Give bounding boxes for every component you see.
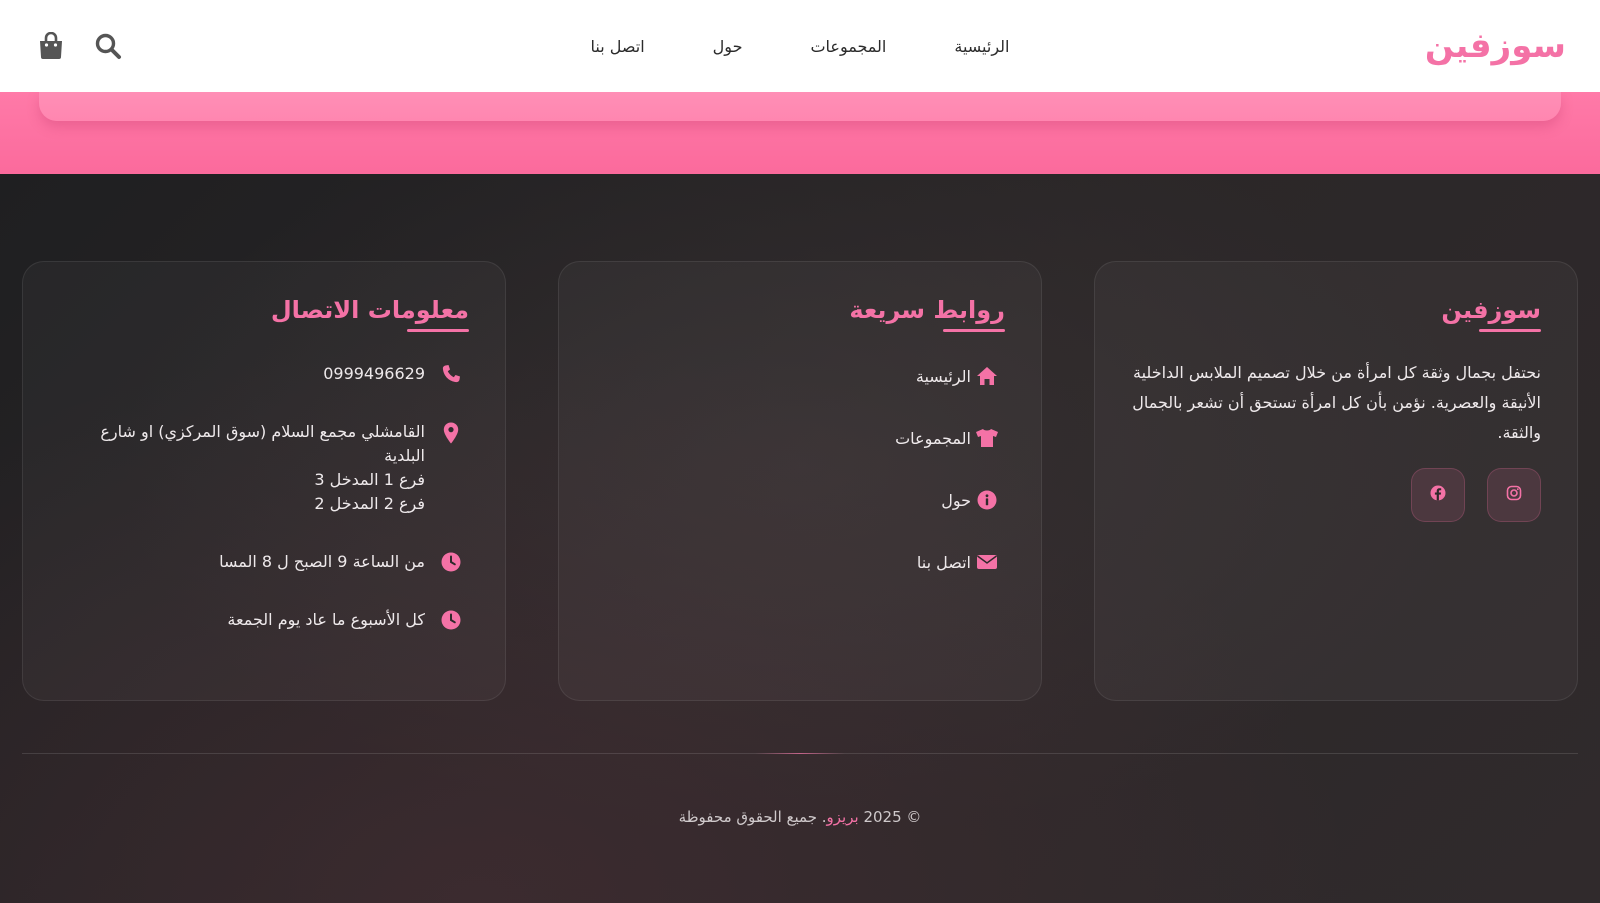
- info-icon: [975, 490, 999, 510]
- quick-link-collections[interactable]: المجموعات: [595, 426, 1005, 450]
- quick-link-label: اتصل بنا: [916, 552, 971, 572]
- shirt-icon: [975, 428, 999, 448]
- copyright-suffix: . جميع الحقوق محفوظة: [678, 808, 827, 826]
- clock-icon: [439, 550, 463, 572]
- quick-links-list: الرئيسية المجموعات حول اتصل بنا: [595, 364, 1005, 574]
- footer-columns: سوزفين نحتفل بجمال وثقة كل امرأة من خلال…: [22, 261, 1578, 701]
- contact-hours: من الساعة 9 الصبح ل 8 المسا: [59, 550, 469, 574]
- about-card: سوزفين نحتفل بجمال وثقة كل امرأة من خلال…: [1094, 261, 1578, 701]
- site-footer: سوزفين نحتفل بجمال وثقة كل امرأة من خلال…: [0, 174, 1600, 903]
- quick-link-about[interactable]: حول: [595, 488, 1005, 512]
- main-nav: الرئيسية المجموعات حول اتصل بنا: [0, 0, 1600, 92]
- brand-logo[interactable]: سوزفين: [1425, 26, 1566, 66]
- copyright-brand[interactable]: بريزو: [827, 808, 859, 826]
- footer-divider: [22, 753, 1578, 754]
- hero-card-edge: [39, 92, 1561, 121]
- quick-link-label: الرئيسية: [915, 366, 971, 386]
- address-line: فرع 1 المدخل 3: [314, 470, 425, 489]
- days-text: كل الأسبوع ما عاد يوم الجمعة: [227, 610, 425, 629]
- social-links: [1131, 468, 1541, 522]
- facebook-icon: [1430, 485, 1446, 505]
- about-title: سوزفين: [1441, 296, 1541, 332]
- quick-link-home[interactable]: الرئيسية: [595, 364, 1005, 388]
- quick-link-label: المجموعات: [895, 428, 971, 448]
- contact-card: معلومات الاتصال 0999496629 القامشلي مجمع…: [22, 261, 506, 701]
- nav-about[interactable]: حول: [713, 37, 743, 56]
- header-actions: [38, 32, 122, 60]
- shopping-bag-icon[interactable]: [38, 32, 64, 60]
- search-icon[interactable]: [94, 32, 122, 60]
- about-text: نحتفل بجمال وثقة كل امرأة من خلال تصميم …: [1132, 363, 1541, 442]
- contact-days: كل الأسبوع ما عاد يوم الجمعة: [59, 608, 469, 632]
- contact-address: القامشلي مجمع السلام (سوق المركزي) او شا…: [59, 420, 469, 516]
- instagram-icon: [1506, 485, 1522, 505]
- contact-title: معلومات الاتصال: [271, 296, 470, 332]
- phone-number: 0999496629: [323, 364, 425, 383]
- facebook-button[interactable]: [1411, 468, 1465, 522]
- envelope-icon: [975, 554, 999, 570]
- location-pin-icon: [439, 420, 463, 444]
- clock-icon: [439, 608, 463, 630]
- home-icon: [975, 366, 999, 386]
- nav-contact[interactable]: اتصل بنا: [591, 37, 645, 56]
- quick-links-card: روابط سريعة الرئيسية المجموعات حول اتصل …: [558, 261, 1042, 701]
- address-line: القامشلي مجمع السلام (سوق المركزي) او شا…: [100, 422, 425, 465]
- instagram-button[interactable]: [1487, 468, 1541, 522]
- address-line: فرع 2 المدخل 2: [314, 494, 425, 513]
- contact-phone[interactable]: 0999496629: [59, 362, 469, 386]
- phone-icon: [439, 362, 463, 384]
- hours-text: من الساعة 9 الصبح ل 8 المسا: [219, 552, 425, 571]
- contact-list: 0999496629 القامشلي مجمع السلام (سوق الم…: [59, 362, 469, 632]
- quick-link-contact[interactable]: اتصل بنا: [595, 550, 1005, 574]
- nav-collections[interactable]: المجموعات: [810, 37, 886, 56]
- copyright-prefix: © 2025: [863, 808, 922, 826]
- quick-links-title: روابط سريعة: [849, 296, 1005, 332]
- address-lines: القامشلي مجمع السلام (سوق المركزي) او شا…: [95, 420, 425, 516]
- quick-link-label: حول: [941, 490, 971, 510]
- nav-home[interactable]: الرئيسية: [954, 37, 1009, 56]
- copyright: © 2025 بريزو. جميع الحقوق محفوظة: [0, 808, 1600, 826]
- site-header: سوزفين الرئيسية المجموعات حول اتصل بنا: [0, 0, 1600, 92]
